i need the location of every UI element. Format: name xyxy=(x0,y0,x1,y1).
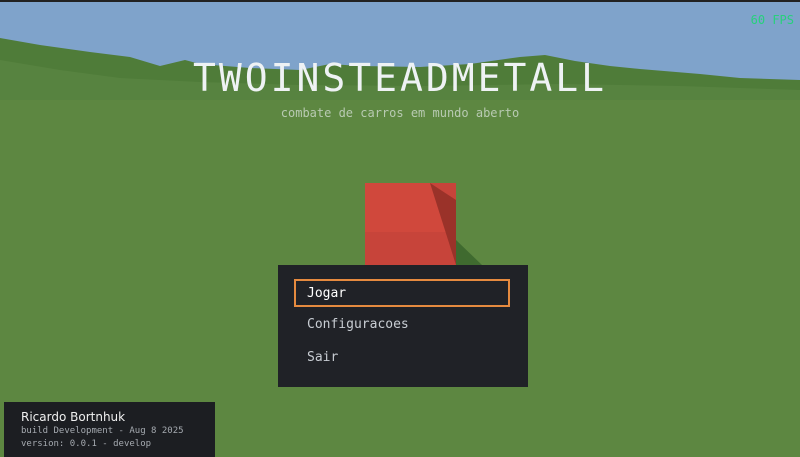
main-menu: Jogar Configuracoes Sair xyxy=(278,265,528,387)
credits-panel: Ricardo Bortnhuk build Development - Aug… xyxy=(4,402,215,457)
game-title: TWOINSTEADMETALL xyxy=(192,56,608,100)
version-info: version: 0.0.1 - develop xyxy=(21,439,152,449)
fps-counter: 60 FPS xyxy=(750,13,794,27)
top-border xyxy=(0,0,800,2)
game-subtitle: combate de carros em mundo aberto xyxy=(280,106,520,120)
menu-item-sair[interactable]: Sair xyxy=(294,345,510,373)
menu-item-configuracoes[interactable]: Configuracoes xyxy=(294,312,510,340)
red-cube xyxy=(365,183,456,265)
menu-item-jogar[interactable]: Jogar xyxy=(294,279,510,307)
build-info: build Development - Aug 8 2025 xyxy=(21,426,184,436)
author-name: Ricardo Bortnhuk xyxy=(21,410,126,424)
